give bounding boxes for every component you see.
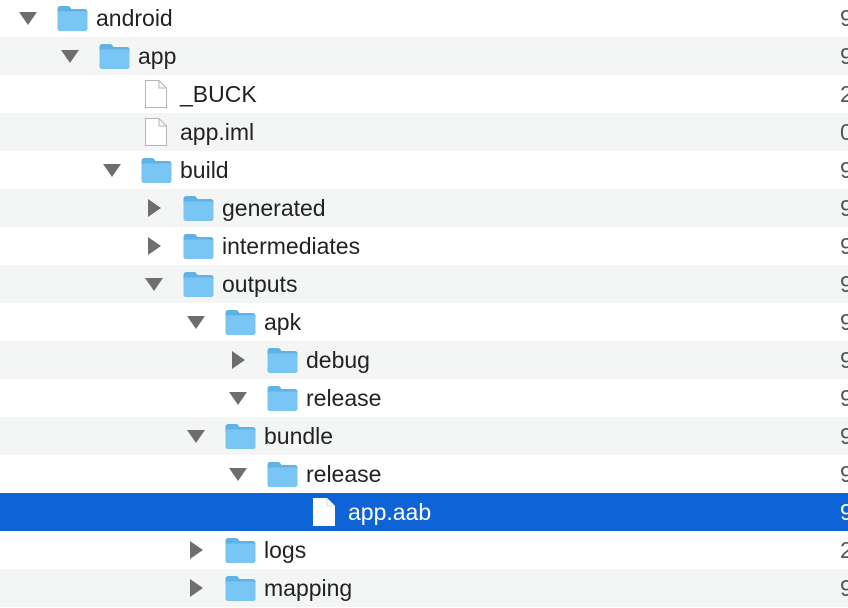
folder-row-mapping[interactable]: mapping 9 [0,569,848,607]
folder-row-bundle[interactable]: bundle 9 [0,417,848,455]
disclosure-collapsed-icon[interactable] [185,531,207,569]
truncated-date-column: 9 [840,347,848,373]
truncated-date-column: 9 [840,423,848,449]
folder-row-apk[interactable]: apk 9 [0,303,848,341]
item-name: release [306,461,382,487]
folder-icon [266,341,299,379]
file-row-app-iml[interactable]: app.iml 0 [0,113,848,151]
truncated-date-column: 9 [840,499,848,525]
disclosure-collapsed-icon[interactable] [143,189,165,227]
file-row-app-aab[interactable]: app.aab 9 [0,493,848,531]
disclosure-expanded-icon[interactable] [227,379,249,417]
item-name: app.iml [180,119,255,145]
disclosure-expanded-icon[interactable] [185,303,207,341]
item-name: generated [222,195,326,221]
truncated-date-column: 0 [840,119,848,145]
file-row-buck[interactable]: _BUCK 2 [0,75,848,113]
disclosure-expanded-icon[interactable] [17,0,39,37]
folder-row-generated[interactable]: generated 9 [0,189,848,227]
truncated-date-column: 9 [840,461,848,487]
folder-row-logs[interactable]: logs 2 [0,531,848,569]
truncated-date-column: 9 [840,157,848,183]
disclosure-expanded-icon[interactable] [101,151,123,189]
item-name: debug [306,347,370,373]
disclosure-collapsed-icon[interactable] [185,569,207,607]
disclosure-collapsed-icon[interactable] [227,341,249,379]
folder-row-debug[interactable]: debug 9 [0,341,848,379]
item-name: apk [264,309,302,335]
folder-icon [224,531,257,569]
folder-row-build[interactable]: build 9 [0,151,848,189]
truncated-date-column: 9 [840,271,848,297]
folder-icon [224,569,257,607]
folder-icon [182,227,215,265]
truncated-date-column: 2 [840,537,848,563]
item-name: mapping [264,575,353,601]
file-icon [312,493,336,531]
item-name: release [306,385,382,411]
folder-row-intermediates[interactable]: intermediates 9 [0,227,848,265]
folder-icon [182,189,215,227]
item-name: bundle [264,423,334,449]
disclosure-expanded-icon[interactable] [185,417,207,455]
item-name: _BUCK [180,81,257,107]
folder-icon [224,417,257,455]
folder-row-outputs[interactable]: outputs 9 [0,265,848,303]
truncated-date-column: 2 [840,81,848,107]
folder-row-release[interactable]: release 9 [0,455,848,493]
disclosure-collapsed-icon[interactable] [143,227,165,265]
item-name: intermediates [222,233,361,259]
truncated-date-column: 9 [840,5,848,31]
folder-row-android[interactable]: android 9 [0,0,848,37]
truncated-date-column: 9 [840,43,848,69]
folder-icon [140,151,173,189]
folder-icon [182,265,215,303]
file-icon [144,75,168,113]
truncated-date-column: 9 [840,575,848,601]
folder-icon [266,455,299,493]
folder-row-release[interactable]: release 9 [0,379,848,417]
item-name: build [180,157,229,183]
truncated-date-column: 9 [840,195,848,221]
file-icon [144,113,168,151]
truncated-date-column: 9 [840,309,848,335]
folder-row-app[interactable]: app 9 [0,37,848,75]
disclosure-expanded-icon[interactable] [227,455,249,493]
item-name: android [96,5,173,31]
truncated-date-column: 9 [840,385,848,411]
disclosure-expanded-icon[interactable] [143,265,165,303]
truncated-date-column: 9 [840,233,848,259]
folder-icon [56,0,89,37]
folder-icon [266,379,299,417]
item-name: app.aab [348,499,432,525]
disclosure-expanded-icon[interactable] [59,37,81,75]
folder-icon [224,303,257,341]
item-name: logs [264,537,307,563]
file-tree: android 9 app 9 _BUCK 2 app.iml 0 build 9 generate… [0,0,848,608]
item-name: outputs [222,271,298,297]
folder-icon [98,37,131,75]
item-name: app [138,43,177,69]
